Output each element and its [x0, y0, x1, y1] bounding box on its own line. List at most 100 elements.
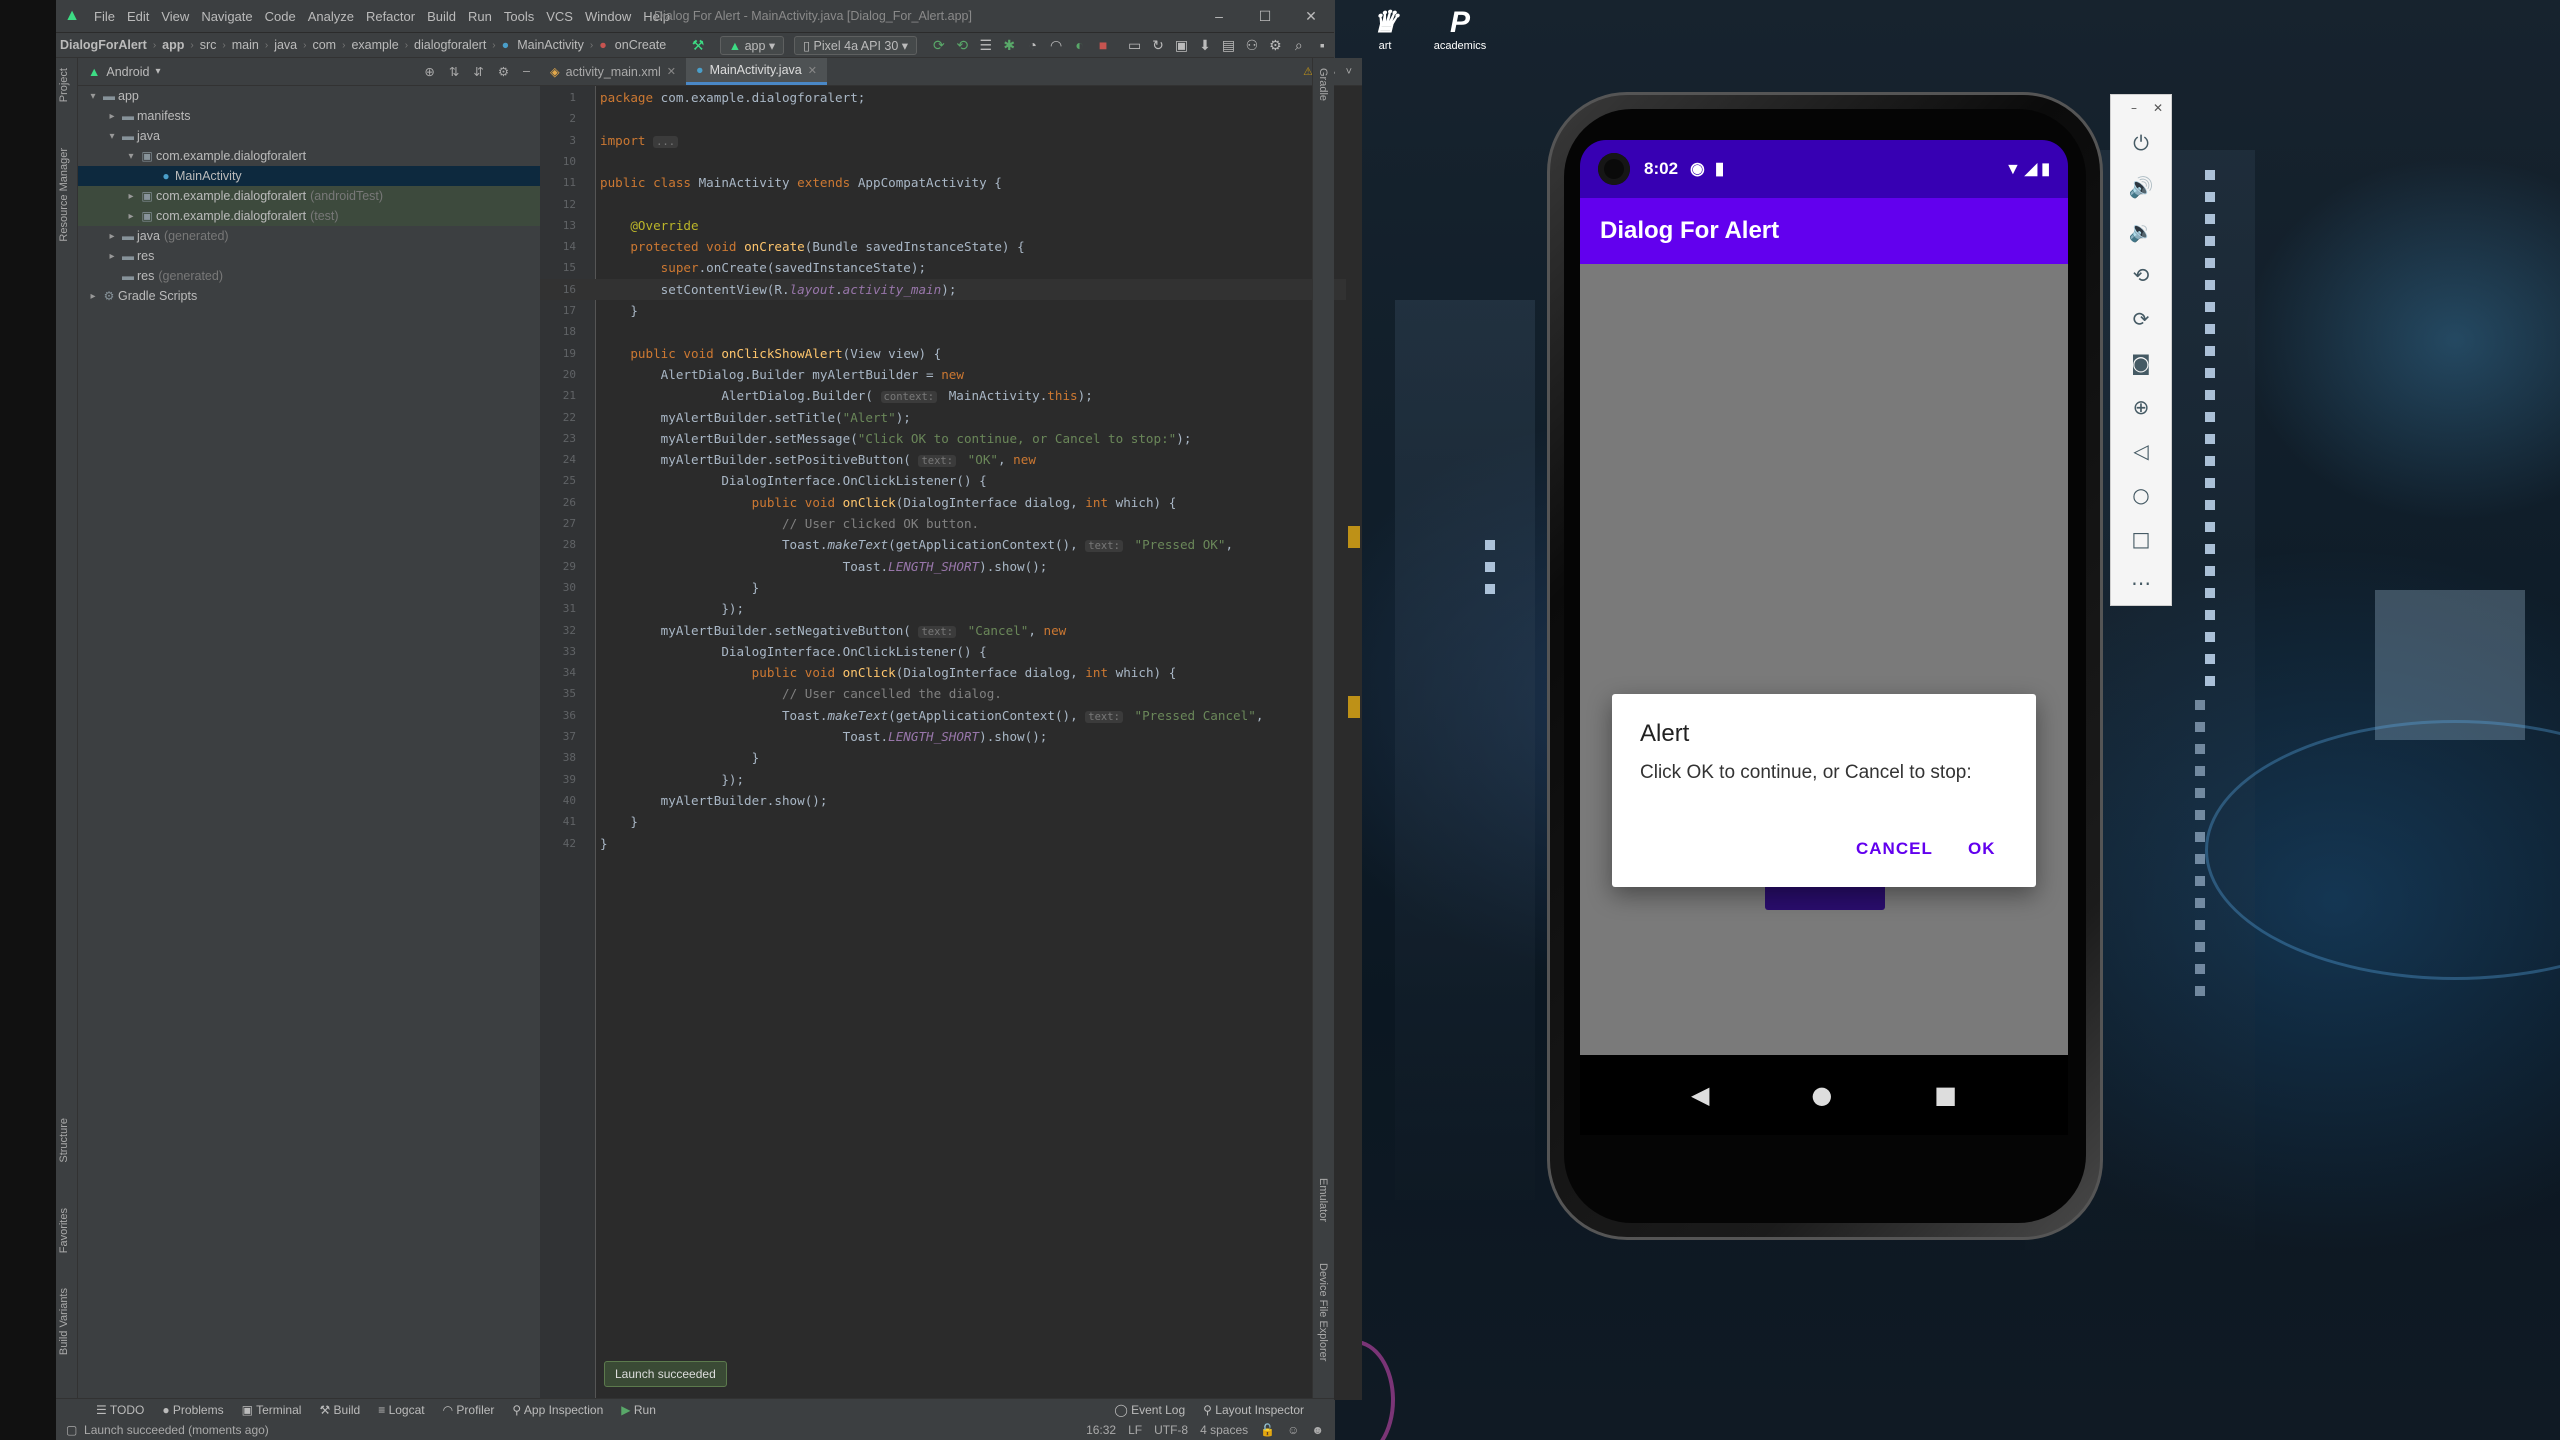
tree-item[interactable]: ▬ res (generated) [78, 266, 540, 286]
code-line[interactable]: 26 public void onClick(DialogInterface d… [540, 492, 1346, 513]
code-line[interactable]: 13 @Override [540, 215, 1346, 236]
desktop-icon-art[interactable]: ♛ art [1350, 6, 1420, 52]
tree-item[interactable]: ▸ ▣ com.example.dialogforalert (androidTest… [78, 186, 540, 206]
code-line[interactable]: 23 myAlertBuilder.setMessage("Click OK t… [540, 428, 1346, 449]
line-separator[interactable]: LF [1128, 1423, 1142, 1437]
gradle-icon[interactable]: ⚙ [1264, 37, 1287, 54]
code-line[interactable]: 36 Toast.makeText(getApplicationContext(… [540, 705, 1346, 726]
code-line[interactable]: 2 [540, 108, 1346, 129]
code-line[interactable]: 14 protected void onCreate(Bundle savedI… [540, 236, 1346, 257]
menu-navigate[interactable]: Navigate [195, 9, 258, 24]
breadcrumb-method[interactable]: onCreate [611, 38, 670, 52]
debug-icon[interactable]: ✱ [997, 37, 1020, 54]
tab-device-file-explorer[interactable]: Device File Explorer [1317, 1263, 1329, 1361]
close-tab-icon[interactable]: ✕ [667, 65, 676, 78]
tree-item[interactable]: ▸ ▬ res [78, 246, 540, 266]
stop-icon[interactable]: ■ [1091, 37, 1114, 53]
menu-tools[interactable]: Tools [498, 9, 540, 24]
code-line[interactable]: 3 import ... [540, 130, 1346, 151]
minimize-icon[interactable]: – [2131, 101, 2137, 115]
chevron-down-icon[interactable]: ▾ [105, 131, 119, 142]
tool-todo[interactable]: ☰ TODO [96, 1403, 144, 1417]
chevron-right-icon[interactable]: ▸ [124, 211, 138, 222]
emulator-screen[interactable]: 8:02 ◉ ▮ ▼◢▮ Dialog For Alert Alert Clic… [1580, 140, 2068, 1135]
apply-changes-icon[interactable]: ⟳ [927, 37, 950, 54]
code-line[interactable]: 21 AlertDialog.Builder( context: MainAct… [540, 385, 1346, 406]
code-line[interactable]: 40 myAlertBuilder.show(); [540, 790, 1346, 811]
expand-all-icon[interactable]: ⇅ [449, 64, 459, 79]
avatar-icon[interactable]: ▪ [1311, 37, 1334, 53]
chevron-down-icon[interactable]: ▾ [86, 91, 100, 102]
tab-resource-manager[interactable]: Resource Manager [58, 148, 70, 242]
code-line[interactable]: 1 package com.example.dialogforalert; [540, 87, 1346, 108]
volume-down-icon[interactable]: 🔉 [2111, 209, 2171, 253]
locate-icon[interactable]: ⊕ [424, 64, 434, 79]
tool-terminal[interactable]: ▣ Terminal [242, 1403, 302, 1417]
code-line[interactable]: 25 DialogInterface.OnClickListener() { [540, 470, 1346, 491]
code-line[interactable]: 33 DialogInterface.OnClickListener() { [540, 641, 1346, 662]
tree-item[interactable]: ▸ ▣ com.example.dialogforalert (test) [78, 206, 540, 226]
chevron-down-icon[interactable]: ▾ [155, 66, 160, 77]
gear-icon[interactable]: ⚙ [498, 64, 509, 79]
tree-item[interactable]: ● MainActivity [78, 166, 540, 186]
breadcrumb-java[interactable]: java [270, 38, 301, 52]
file-encoding[interactable]: UTF-8 [1154, 1423, 1188, 1437]
tree-item[interactable]: ▸ ▬ java (generated) [78, 226, 540, 246]
ok-button[interactable]: OK [1968, 839, 1996, 859]
code-line[interactable]: 22 myAlertBuilder.setTitle("Alert"); [540, 407, 1346, 428]
warning-marker[interactable] [1348, 696, 1360, 718]
code-line[interactable]: 32 myAlertBuilder.setNegativeButton( tex… [540, 620, 1346, 641]
code-line[interactable]: 27 // User clicked OK button. [540, 513, 1346, 534]
tree-item[interactable]: ▾ ▣ com.example.dialogforalert [78, 146, 540, 166]
code-line[interactable]: 17 } [540, 300, 1346, 321]
collapse-all-icon[interactable]: ⇵ [473, 64, 483, 79]
indent-setting[interactable]: 4 spaces [1200, 1423, 1248, 1437]
menu-file[interactable]: File [88, 9, 121, 24]
device-select[interactable]: ▯ Pixel 4a API 30 ▾ [794, 35, 918, 55]
more-icon[interactable]: ⋯ [2111, 561, 2171, 605]
cursor-position[interactable]: 16:32 [1086, 1423, 1116, 1437]
code-area[interactable]: 1 package com.example.dialogforalert; 2 3 im… [540, 86, 1346, 1400]
chevron-right-icon[interactable]: ▸ [105, 251, 119, 262]
profile-icon[interactable]: ◔ [1021, 37, 1044, 53]
menu-edit[interactable]: Edit [121, 9, 155, 24]
structure-icon[interactable]: ⚇ [1240, 37, 1263, 54]
code-line[interactable]: 24 myAlertBuilder.setPositiveButton( tex… [540, 449, 1346, 470]
menu-analyze[interactable]: Analyze [302, 9, 360, 24]
close-icon[interactable]: ✕ [2153, 101, 2163, 115]
minimize-icon[interactable]: – [1196, 8, 1242, 25]
run-config-select[interactable]: ▲ app ▾ [719, 35, 785, 55]
menu-view[interactable]: View [155, 9, 195, 24]
home-icon[interactable]: ● [1811, 1081, 1832, 1109]
menu-run[interactable]: Run [462, 9, 498, 24]
code-line[interactable]: 15 super.onCreate(savedInstanceState); [540, 257, 1346, 278]
chevron-right-icon[interactable]: ▸ [105, 111, 119, 122]
breadcrumb-module[interactable]: app [158, 38, 188, 52]
menu-code[interactable]: Code [259, 9, 302, 24]
zoom-icon[interactable]: ⊕ [2111, 385, 2171, 429]
code-line[interactable]: 30 } [540, 577, 1346, 598]
smiley-icon[interactable]: ☺ [1287, 1423, 1299, 1437]
attach-debugger-icon[interactable]: ◠ [1044, 37, 1067, 54]
tool-app-inspection[interactable]: ⚲ App Inspection [512, 1403, 603, 1417]
recents-icon[interactable]: ■ [1934, 1081, 1957, 1109]
tool-build[interactable]: ⚒ Build [319, 1403, 360, 1417]
code-line[interactable]: 35 // User cancelled the dialog. [540, 683, 1346, 704]
tab-gradle[interactable]: Gradle [1317, 68, 1329, 101]
device-manager-icon[interactable]: ▭ [1123, 37, 1146, 54]
back-icon[interactable]: ◀ [1691, 1081, 1709, 1109]
code-line[interactable]: 34 public void onClick(DialogInterface d… [540, 662, 1346, 683]
breadcrumb-main[interactable]: main [228, 38, 263, 52]
tab-emulator[interactable]: Emulator [1317, 1178, 1329, 1222]
overview-icon[interactable]: □ [2111, 517, 2171, 561]
tree-item[interactable]: ▸ ⚙ Gradle Scripts [78, 286, 540, 306]
tool-event-log[interactable]: ◯ Event Log [1114, 1403, 1185, 1417]
breadcrumb-example[interactable]: example [347, 38, 402, 52]
tool-logcat[interactable]: ≡ Logcat [378, 1403, 424, 1417]
rerun-icon[interactable]: ☰ [974, 37, 997, 54]
code-line[interactable]: 37 Toast.LENGTH_SHORT).show(); [540, 726, 1346, 747]
breadcrumb-com[interactable]: com [308, 38, 340, 52]
search-icon[interactable]: ⌕ [1287, 37, 1310, 54]
camera-icon[interactable]: ◙ [2111, 341, 2171, 385]
volume-up-icon[interactable]: 🔊 [2111, 165, 2171, 209]
